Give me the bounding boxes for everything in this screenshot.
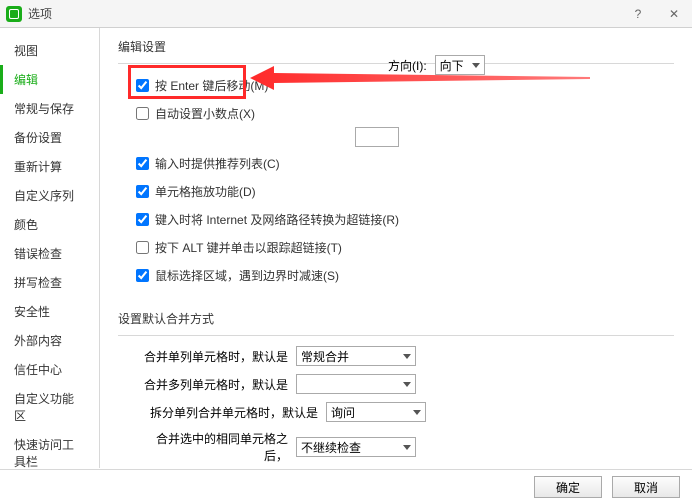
sidebar-item-edit[interactable]: 编辑 <box>0 65 99 94</box>
select-merge-same-after[interactable]: 不继续检查 <box>296 437 416 457</box>
sidebar-item-custom-list[interactable]: 自定义序列 <box>0 181 99 210</box>
select-direction[interactable]: 向下 <box>435 55 485 75</box>
label-split-single-col: 拆分单列合并单元格时，默认是 <box>136 404 326 421</box>
label-enter-move: 按 Enter 键后移动(M) <box>155 77 268 94</box>
merge-section-title: 设置默认合并方式 <box>118 310 674 327</box>
checkbox-enter-move[interactable] <box>136 79 149 92</box>
sidebar-item-spell-check[interactable]: 拼写检查 <box>0 268 99 297</box>
sidebar-item-recalc[interactable]: 重新计算 <box>0 152 99 181</box>
ok-button[interactable]: 确定 <box>534 476 602 498</box>
checkbox-auto-hyperlink[interactable] <box>136 213 149 226</box>
label-merge-multi-col: 合并多列单元格时，默认是 <box>136 376 296 393</box>
help-button[interactable]: ? <box>626 5 650 23</box>
sidebar-item-trust-center[interactable]: 信任中心 <box>0 355 99 384</box>
label-cell-drag: 单元格拖放功能(D) <box>155 183 256 200</box>
select-split-single-col[interactable]: 询问 <box>326 402 426 422</box>
label-mouse-slow: 鼠标选择区域，遇到边界时减速(S) <box>155 267 339 284</box>
sidebar: 视图 编辑 常规与保存 备份设置 重新计算 自定义序列 颜色 错误检查 拼写检查… <box>0 28 100 468</box>
label-auto-decimal: 自动设置小数点(X) <box>155 105 255 122</box>
sidebar-item-custom-ribbon[interactable]: 自定义功能区 <box>0 384 99 430</box>
window-title: 选项 <box>28 5 626 22</box>
sidebar-item-backup[interactable]: 备份设置 <box>0 123 99 152</box>
select-merge-multi-col[interactable] <box>296 374 416 394</box>
sidebar-item-view[interactable]: 视图 <box>0 36 99 65</box>
label-auto-hyperlink: 键入时将 Internet 及网络路径转换为超链接(R) <box>155 211 399 228</box>
close-button[interactable]: ✕ <box>662 5 686 23</box>
label-merge-single-col: 合并单列单元格时，默认是 <box>136 348 296 365</box>
select-merge-single-col[interactable]: 常规合并 <box>296 346 416 366</box>
sidebar-item-security[interactable]: 安全性 <box>0 297 99 326</box>
checkbox-alt-click[interactable] <box>136 241 149 254</box>
sidebar-item-error-check[interactable]: 错误检查 <box>0 239 99 268</box>
checkbox-suggest-list[interactable] <box>136 157 149 170</box>
checkbox-mouse-slow[interactable] <box>136 269 149 282</box>
merge-divider <box>118 335 674 336</box>
cancel-button[interactable]: 取消 <box>612 476 680 498</box>
sidebar-item-color[interactable]: 颜色 <box>0 210 99 239</box>
label-merge-same-after: 合并选中的相同单元格之后， <box>136 430 296 464</box>
label-alt-click: 按下 ALT 键并单击以跟踪超链接(T) <box>155 239 342 256</box>
sidebar-item-external[interactable]: 外部内容 <box>0 326 99 355</box>
checkbox-auto-decimal[interactable] <box>136 107 149 120</box>
label-direction: 方向(I): <box>388 57 427 74</box>
checkbox-cell-drag[interactable] <box>136 185 149 198</box>
main-panel: 编辑设置 按 Enter 键后移动(M) 方向(I): 向下 自动设置小数点(X… <box>100 28 692 468</box>
label-suggest-list: 输入时提供推荐列表(C) <box>155 155 280 172</box>
footer-divider <box>0 469 692 470</box>
sidebar-item-general-save[interactable]: 常规与保存 <box>0 94 99 123</box>
spinner-places[interactable] <box>355 127 399 147</box>
edit-section-title: 编辑设置 <box>118 38 674 55</box>
app-icon <box>6 6 22 22</box>
